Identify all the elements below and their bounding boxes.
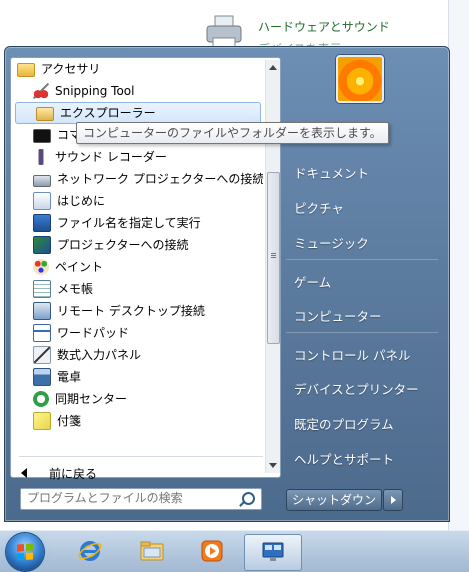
- getting-started-icon: [33, 192, 51, 210]
- menu-item-label: ミュージック: [294, 236, 369, 251]
- sticky-notes-icon: [33, 412, 51, 430]
- network-projector-icon: [33, 174, 51, 187]
- back-label: 前に戻る: [49, 466, 98, 481]
- list-item-label: 電卓: [57, 370, 82, 384]
- menu-item-help-support[interactable]: ヘルプとサポート: [294, 449, 394, 468]
- shutdown-options-button[interactable]: [383, 489, 403, 511]
- list-item-label: 数式入力パネル: [57, 348, 142, 362]
- list-item-sync-center[interactable]: 同期センター: [13, 388, 263, 410]
- menu-item-label: デバイスとプリンター: [294, 382, 419, 397]
- menu-item-pictures[interactable]: ピクチャ: [294, 198, 344, 217]
- taskbar-projector[interactable]: [244, 534, 302, 571]
- media-player-icon: [201, 540, 223, 562]
- notepad-icon: [33, 280, 51, 298]
- explorer-icon: [140, 541, 164, 561]
- list-item-remote-desktop[interactable]: リモート デスクトップ接続: [13, 300, 263, 322]
- projector-icon: [262, 542, 284, 561]
- run-icon: [33, 214, 51, 232]
- menu-item-label: コントロール パネル: [294, 348, 411, 363]
- list-item-math-input[interactable]: 数式入力パネル: [13, 344, 263, 366]
- menu-item-games[interactable]: ゲーム: [294, 272, 331, 291]
- list-item-label: Snipping Tool: [55, 84, 135, 98]
- divider: [19, 456, 263, 457]
- divider: [286, 259, 438, 260]
- list-item-run[interactable]: ファイル名を指定して実行: [13, 212, 263, 234]
- menu-item-computer[interactable]: コンピューター: [294, 306, 382, 325]
- tooltip: コンピューターのファイルやフォルダーを表示します。: [76, 122, 389, 144]
- list-item-label: プロジェクターへの接続: [57, 238, 189, 252]
- internet-explorer-icon: [78, 541, 102, 561]
- taskbar: [0, 530, 469, 572]
- search-box[interactable]: [20, 488, 262, 510]
- scroll-down-icon[interactable]: [269, 463, 277, 468]
- list-item-label: サウンド レコーダー: [55, 150, 167, 164]
- scrollbar-thumb[interactable]: [267, 172, 280, 344]
- scroll-up-icon[interactable]: [269, 65, 277, 70]
- windows-orb-icon[interactable]: [6, 533, 44, 571]
- cmd-icon: [33, 129, 51, 143]
- taskbar-internet-explorer[interactable]: [62, 534, 118, 569]
- list-item-sticky-notes[interactable]: 付箋: [13, 410, 263, 432]
- menu-item-music[interactable]: ミュージック: [294, 233, 369, 252]
- menu-item-label: コンピューター: [294, 309, 382, 324]
- list-item-label: ワードパッド: [57, 326, 130, 340]
- list-item-calculator[interactable]: 電卓: [13, 366, 263, 388]
- menu-item-label: ピクチャ: [294, 201, 344, 216]
- shutdown-button[interactable]: シャットダウン: [286, 489, 382, 511]
- math-panel-icon: [33, 346, 51, 364]
- wordpad-icon: [33, 324, 51, 342]
- list-item-network-projector[interactable]: ネットワーク プロジェクターへの接続: [13, 168, 263, 190]
- list-item-label: アクセサリ: [41, 62, 101, 76]
- list-item-label: エクスプローラー: [60, 106, 156, 120]
- list-item-label: ペイント: [55, 260, 104, 274]
- hardware-sound-link[interactable]: ハードウェアとサウンド: [258, 18, 390, 35]
- remote-desktop-icon: [33, 302, 51, 320]
- menu-item-devices-printers[interactable]: デバイスとプリンター: [294, 379, 419, 398]
- list-item-label: 同期センター: [55, 392, 128, 406]
- list-item-notepad[interactable]: メモ帳: [13, 278, 263, 300]
- list-item-getting-started[interactable]: はじめに: [13, 190, 263, 212]
- menu-item-default-programs[interactable]: 既定のプログラム: [294, 414, 394, 433]
- list-item-label: リモート デスクトップ接続: [57, 304, 205, 318]
- list-item-explorer[interactable]: エクスプローラー: [15, 102, 261, 124]
- list-item-label: 付箋: [57, 414, 82, 428]
- background-window-edge: [448, 0, 469, 530]
- search-input[interactable]: [27, 489, 232, 507]
- user-avatar[interactable]: [336, 55, 384, 103]
- list-item-wordpad[interactable]: ワードパッド: [13, 322, 263, 344]
- menu-item-label: ゲーム: [294, 275, 332, 290]
- list-item-label: ネットワーク プロジェクターへの接続: [57, 172, 263, 186]
- list-item-sound-recorder[interactable]: サウンド レコーダー: [13, 146, 263, 168]
- back-button[interactable]: 前に戻る: [21, 463, 97, 483]
- microphone-icon: [33, 149, 49, 165]
- list-item-label: メモ帳: [57, 282, 94, 296]
- list-item-label: はじめに: [57, 194, 106, 208]
- back-arrow-icon: [21, 468, 27, 478]
- taskbar-explorer[interactable]: [124, 534, 180, 569]
- divider: [286, 332, 438, 333]
- projector-icon: [33, 236, 51, 254]
- menu-item-label: ヘルプとサポート: [294, 452, 395, 467]
- calculator-icon: [33, 368, 51, 386]
- program-list: アクセサリ Snipping Tool エクスプローラー コマンド プロンプト …: [13, 58, 263, 432]
- list-item-paint[interactable]: ペイント: [13, 256, 263, 278]
- menu-item-documents[interactable]: ドキュメント: [294, 163, 369, 182]
- list-item-label: ファイル名を指定して実行: [57, 216, 201, 230]
- taskbar-media-player[interactable]: [184, 534, 240, 569]
- scissors-icon: [33, 83, 49, 99]
- grip-icon: [271, 253, 276, 254]
- menu-item-label: 既定のプログラム: [294, 417, 394, 432]
- folder-icon: [17, 63, 35, 77]
- list-item-connect-projector[interactable]: プロジェクターへの接続: [13, 234, 263, 256]
- menu-item-control-panel[interactable]: コントロール パネル: [294, 345, 410, 364]
- search-icon[interactable]: [242, 492, 255, 505]
- folder-accessories[interactable]: アクセサリ: [13, 58, 263, 80]
- explorer-folder-icon: [36, 107, 54, 121]
- sync-icon: [33, 391, 49, 407]
- shutdown-label: シャットダウン: [291, 493, 376, 507]
- programs-pane: アクセサリ Snipping Tool エクスプローラー コマンド プロンプト …: [10, 57, 281, 481]
- list-item-snipping-tool[interactable]: Snipping Tool: [13, 80, 263, 102]
- paint-icon: [33, 259, 49, 275]
- menu-item-label: ドキュメント: [294, 166, 370, 181]
